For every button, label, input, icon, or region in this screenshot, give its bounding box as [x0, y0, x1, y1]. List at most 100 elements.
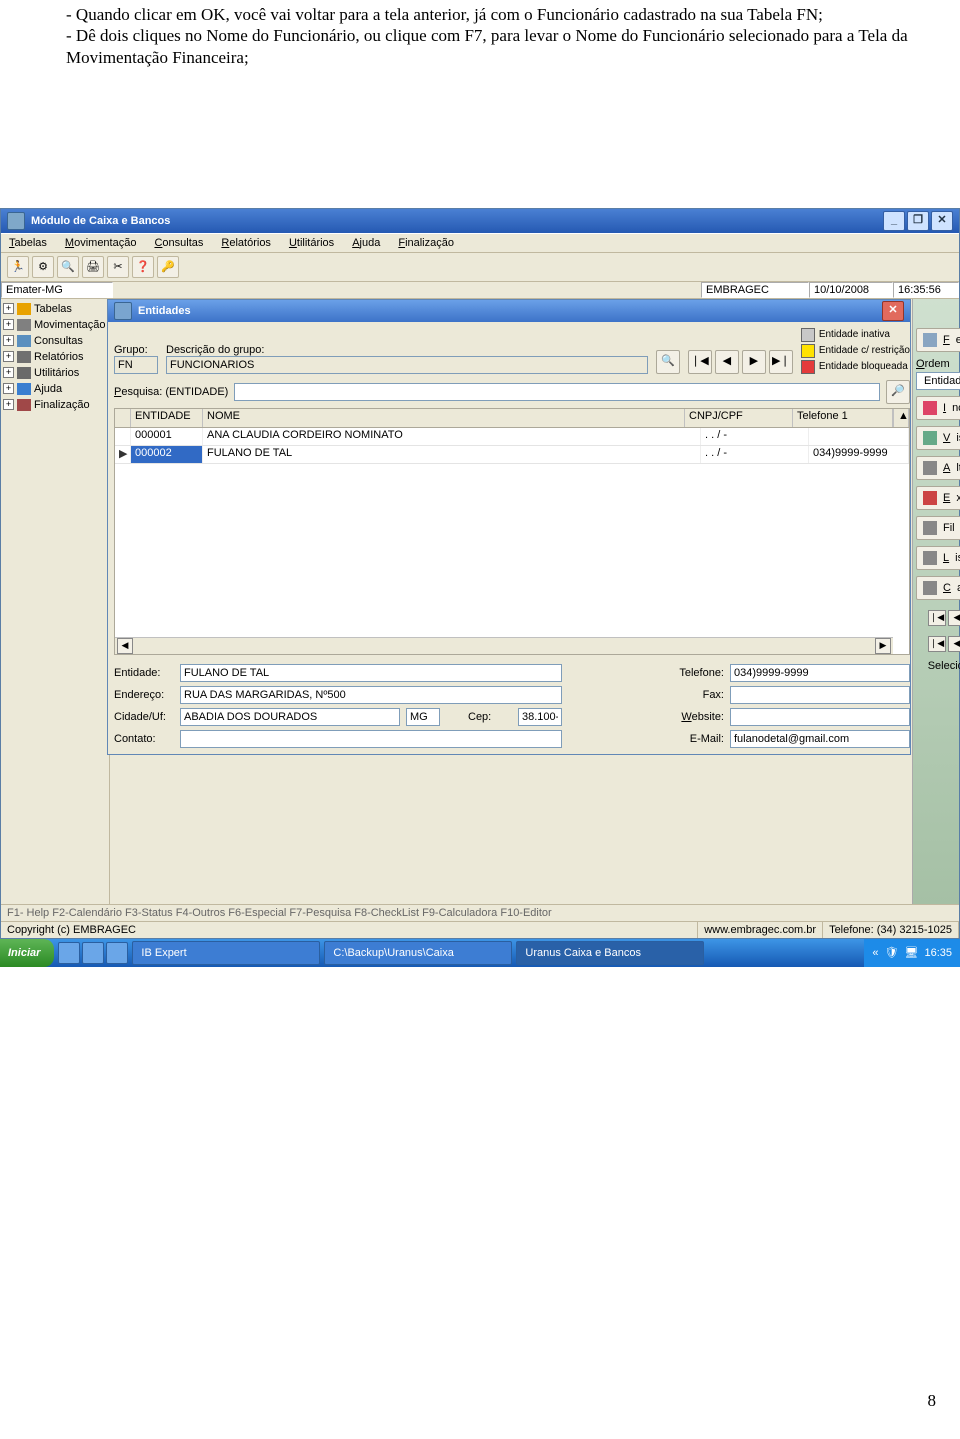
cidade-field[interactable] [180, 708, 400, 726]
incluir-button[interactable]: Incluir [916, 396, 960, 420]
details-form: Entidade: Telefone: Endereço: Fax: Cidad… [114, 664, 910, 748]
menu-tabelas[interactable]: Tabelas [9, 237, 47, 249]
col-nome[interactable]: NOME [203, 409, 685, 427]
status-time: 16:35:56 [893, 282, 959, 298]
tb-icon-4[interactable]: 🖨 [82, 256, 104, 278]
taskbar-tab-ibexpert[interactable]: IB Expert [132, 941, 320, 965]
filtrar-button[interactable]: Filtrar... [916, 516, 960, 540]
rec-prev-icon[interactable]: ◀ [948, 610, 960, 626]
pesquisa-button[interactable]: 🔎 [886, 380, 910, 404]
pesquisa-input[interactable] [234, 383, 880, 401]
table-row[interactable]: 000001 ANA CLAUDIA CORDEIRO NOMINATO . .… [115, 428, 909, 446]
page-number: 8 [928, 1391, 937, 1411]
menu-consultas[interactable]: Consultas [154, 237, 203, 249]
endereco-field[interactable] [180, 686, 562, 704]
fechar-button[interactable]: Fechar [916, 328, 960, 352]
quicklaunch-ie-icon[interactable] [58, 942, 80, 964]
quicklaunch-browser-icon[interactable] [82, 942, 104, 964]
tb-icon-3[interactable]: 🔍 [57, 256, 79, 278]
alterar-button[interactable]: Alterar [916, 456, 960, 480]
ordem-select[interactable]: Entidade [916, 372, 960, 390]
tree-consultas[interactable]: +Consultas [3, 333, 107, 349]
col-cnpj[interactable]: CNPJ/CPF [685, 409, 793, 427]
menubar: Tabelas Movimentação Consultas Relatório… [1, 233, 959, 253]
col-telefone[interactable]: Telefone 1 [793, 409, 893, 427]
intro-p2: - Dê dois cliques no Nome do Funcionário… [66, 25, 944, 68]
col-entidade[interactable]: ENTIDADE [131, 409, 203, 427]
tb-icon-5[interactable]: ✂ [107, 256, 129, 278]
nav-last-icon[interactable]: ▶❘ [769, 350, 793, 374]
visualizar-button[interactable]: Visualizar [916, 426, 960, 450]
copyright-site: www.embragec.com.br [698, 922, 823, 938]
carta-button[interactable]: Carta... [916, 576, 960, 600]
email-field[interactable] [730, 730, 910, 748]
nav-next-icon[interactable]: ▶ [742, 350, 766, 374]
selecionados-count: Selecionados: 0 [916, 660, 960, 672]
main-titlebar[interactable]: Módulo de Caixa e Bancos _ ❐ ✕ [1, 209, 959, 233]
tree-relatorios[interactable]: +Relatórios [3, 349, 107, 365]
fax-field[interactable] [730, 686, 910, 704]
nav-first-icon[interactable]: ❘◀ [688, 350, 712, 374]
entidades-titlebar[interactable]: Entidades ✕ [108, 300, 910, 322]
grid-hscroll[interactable]: ◀ ▶ [115, 637, 893, 654]
tree-movimentacao[interactable]: +Movimentação [3, 317, 107, 333]
copyright-bar: Copyright (c) EMBRAGEC www.embragec.com.… [1, 921, 959, 938]
taskbar-tab-explorer[interactable]: C:\Backup\Uranus\Caixa [324, 941, 512, 965]
tb-icon-6[interactable]: ❓ [132, 256, 154, 278]
menu-relatorios[interactable]: Relatórios [221, 237, 271, 249]
tb-icon-2[interactable]: ⚙ [32, 256, 54, 278]
hscroll-left-icon[interactable]: ◀ [117, 638, 133, 654]
legend-restricao: Entidade c/ restrição [801, 344, 910, 358]
entidades-window: Entidades ✕ Grupo: [107, 299, 911, 755]
desc-grupo-label: Descrição do grupo: [166, 344, 648, 356]
tb-icon-1[interactable]: 🏃 [7, 256, 29, 278]
website-field[interactable] [730, 708, 910, 726]
telefone-field[interactable] [730, 664, 910, 682]
hscroll-right-icon[interactable]: ▶ [875, 638, 891, 654]
tree-finalizacao[interactable]: +Finalização [3, 397, 107, 413]
taskbar: Iniciar IB Expert C:\Backup\Uranus\Caixa… [0, 939, 960, 967]
tree-ajuda[interactable]: +Ajuda [3, 381, 107, 397]
vscroll-up-icon[interactable]: ▲ [893, 409, 909, 427]
tray-icon[interactable]: 🛡 [885, 946, 899, 959]
quicklaunch-firefox-icon[interactable] [106, 942, 128, 964]
close-button[interactable]: ✕ [931, 211, 953, 231]
menu-finalizacao[interactable]: Finalização [398, 237, 454, 249]
intro-text: - Quando clicar em OK, você vai voltar p… [0, 0, 960, 68]
rec2-prev-icon[interactable]: ◀ [948, 636, 960, 652]
grupo-field [114, 356, 158, 374]
nav-tree: +Tabelas +Movimentação +Consultas +Relat… [1, 299, 110, 904]
system-tray[interactable]: « 🛡 🖥 16:35 [864, 939, 960, 967]
maximize-button[interactable]: ❐ [907, 211, 929, 231]
contato-field[interactable] [180, 730, 562, 748]
start-button[interactable]: Iniciar [0, 939, 54, 967]
legend-bloqueada: Entidade bloqueada [801, 360, 910, 374]
endereco-label: Endereço: [114, 689, 174, 701]
grupo-lookup-button[interactable]: 🔍 [656, 350, 680, 374]
tray-icon[interactable]: 🖥 [905, 946, 919, 959]
rec-first-icon[interactable]: ❘◀ [928, 610, 946, 626]
uf-field[interactable] [406, 708, 440, 726]
col-selector[interactable] [115, 409, 131, 427]
minimize-button[interactable]: _ [883, 211, 905, 231]
tree-utilitarios[interactable]: +Utilitários [3, 365, 107, 381]
table-row[interactable]: ▶ 000002 FULANO DE TAL . . / - 034)9999-… [115, 446, 909, 464]
delete-icon [923, 491, 937, 505]
entidades-close-button[interactable]: ✕ [882, 301, 904, 321]
listar-button[interactable]: Listar... [916, 546, 960, 570]
tb-icon-7[interactable]: 🔑 [157, 256, 179, 278]
entidade-field[interactable] [180, 664, 562, 682]
toolbar: 🏃 ⚙ 🔍 🖨 ✂ ❓ 🔑 [1, 253, 959, 282]
menu-utilitarios[interactable]: Utilitários [289, 237, 334, 249]
nav-prev-icon[interactable]: ◀ [715, 350, 739, 374]
cep-field[interactable] [518, 708, 562, 726]
copyright-text: Copyright (c) EMBRAGEC [1, 922, 698, 938]
fax-label: Fax: [664, 689, 724, 701]
menu-movimentacao[interactable]: Movimentação [65, 237, 137, 249]
excluir-button[interactable]: Excluir... [916, 486, 960, 510]
rec2-first-icon[interactable]: ❘◀ [928, 636, 946, 652]
menu-ajuda[interactable]: Ajuda [352, 237, 380, 249]
taskbar-tab-uranus[interactable]: Uranus Caixa e Bancos [516, 941, 704, 965]
entidades-icon [114, 302, 132, 320]
tree-tabelas[interactable]: +Tabelas [3, 301, 107, 317]
